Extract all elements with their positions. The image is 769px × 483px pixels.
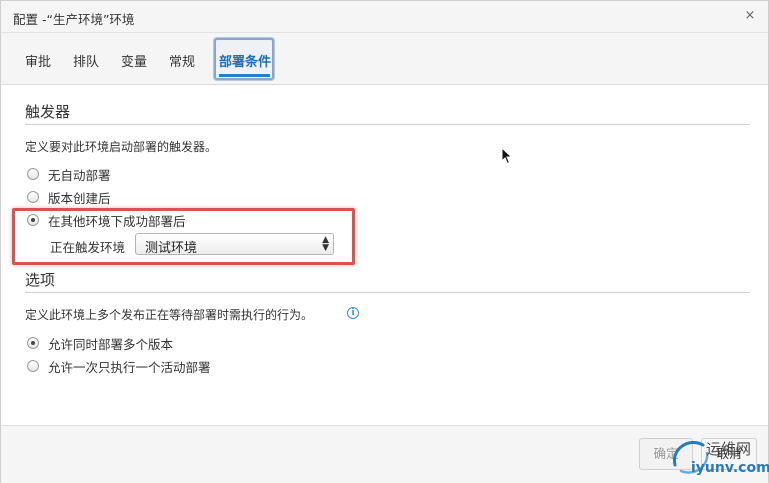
radio-label: 允许同时部署多个版本 xyxy=(48,336,174,352)
select-value: 测试环境 xyxy=(145,241,198,256)
trigger-section-title: 触发器 xyxy=(25,103,71,121)
radio-button[interactable] xyxy=(27,168,39,180)
radio-label: 在其他环境下成功部署后 xyxy=(48,213,186,229)
radio-label: 无自动部署 xyxy=(48,167,111,183)
tab-queue[interactable]: 排队 xyxy=(73,51,99,70)
triggering-environment-select[interactable]: 测试环境 ▲ ▼ xyxy=(135,233,334,256)
tab-general[interactable]: 常规 xyxy=(169,51,195,70)
mouse-cursor-icon xyxy=(501,147,513,165)
dialog-title: 配置 -“生产环境”环境 xyxy=(13,12,135,27)
close-icon[interactable]: × xyxy=(742,7,758,25)
configure-environment-dialog: 配置 -“生产环境”环境 × 审批 排队 变量 常规 部署条件 触发器 定义要对… xyxy=(0,0,769,483)
radio-button-checked[interactable] xyxy=(27,214,39,226)
radio-button[interactable] xyxy=(27,360,39,372)
triggering-environment-label: 正在触发环境 xyxy=(50,240,126,255)
trigger-section-divider xyxy=(25,124,750,125)
info-icon[interactable]: i xyxy=(347,307,359,319)
tab-variables[interactable]: 变量 xyxy=(121,51,147,70)
radio-after-other-env-deploy[interactable]: 在其他环境下成功部署后 xyxy=(27,212,186,229)
radio-button-checked[interactable] xyxy=(27,337,39,349)
tab-deployment-conditions[interactable]: 部署条件 xyxy=(219,51,271,70)
radio-label: 允许一次只执行一个活动部署 xyxy=(48,359,211,375)
radio-after-release-created[interactable]: 版本创建后 xyxy=(27,189,111,206)
tab-bar: 审批 排队 变量 常规 xyxy=(1,33,768,85)
trigger-section-description: 定义要对此环境启动部署的触发器。 xyxy=(25,140,218,154)
cancel-button[interactable]: 取消 xyxy=(701,438,757,470)
radio-button[interactable] xyxy=(27,191,39,203)
radio-single-active-deploy[interactable]: 允许一次只执行一个活动部署 xyxy=(27,358,211,375)
options-section-title: 选项 xyxy=(25,271,56,289)
options-section-divider xyxy=(25,292,750,293)
updown-arrows-icon: ▲ ▼ xyxy=(322,235,329,253)
active-tab-indicator xyxy=(219,74,270,77)
radio-allow-multiple-deploy[interactable]: 允许同时部署多个版本 xyxy=(27,335,174,352)
tab-approvals[interactable]: 审批 xyxy=(25,51,51,70)
dialog-titlebar: 配置 -“生产环境”环境 × xyxy=(1,1,768,33)
ok-button[interactable]: 确定 xyxy=(639,438,693,470)
radio-label: 版本创建后 xyxy=(48,190,111,206)
radio-no-auto-deploy[interactable]: 无自动部署 xyxy=(27,166,111,183)
options-section-description: 定义此环境上多个发布正在等待部署时需执行的行为。 xyxy=(25,308,314,322)
